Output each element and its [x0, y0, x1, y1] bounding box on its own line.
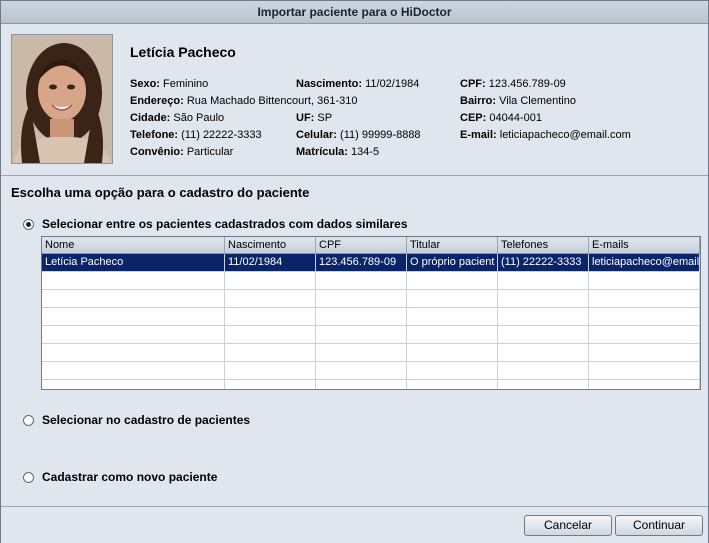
option-similar-label: Selecionar entre os pacientes cadastrado… [42, 217, 408, 231]
empty-row [42, 380, 700, 389]
field-sexo: Sexo: Feminino [130, 78, 208, 90]
patient-photo [11, 34, 113, 164]
field-value: Vila Clementino [499, 95, 576, 107]
field-value: Rua Machado Bittencourt, 361-310 [186, 95, 358, 107]
table-cell: Letícia Pacheco [42, 254, 225, 271]
field-label: CPF: [460, 78, 486, 90]
option-similar[interactable]: Selecionar entre os pacientes cadastrado… [23, 217, 408, 231]
field-value: leticiapacheco@email.com [499, 129, 631, 141]
field-telefone: Telefone: (11) 22222-3333 [130, 129, 262, 141]
empty-row [42, 362, 700, 380]
field-nascimento: Nascimento: 11/02/1984 [296, 78, 419, 90]
similar-patients-table: Nome Nascimento CPF Titular Telefones E-… [41, 236, 701, 390]
empty-row [42, 326, 700, 344]
column-header-telefones[interactable]: Telefones [498, 237, 589, 253]
option-new-label: Cadastrar como novo paciente [42, 470, 218, 484]
column-header-emails[interactable]: E-mails [589, 237, 700, 253]
table-row[interactable]: Letícia Pacheco 11/02/1984 123.456.789-0… [42, 254, 700, 272]
field-value: SP [317, 112, 333, 124]
field-value: Particular [186, 146, 234, 158]
field-value: (11) 22222-3333 [181, 129, 262, 141]
table-cell: O próprio pacient [407, 254, 498, 271]
import-patient-dialog: Importar paciente para o HiDoctor Letíci… [0, 0, 709, 543]
empty-row [42, 290, 700, 308]
options-title: Escolha uma opção para o cadastro do pac… [11, 185, 310, 200]
field-celular: Celular: (11) 99999-8888 [296, 129, 421, 141]
table-cell: 11/02/1984 [225, 254, 316, 271]
field-value: São Paulo [173, 112, 225, 124]
empty-row [42, 308, 700, 326]
table-cell: 123.456.789-09 [316, 254, 407, 271]
cancel-button[interactable]: Cancelar [524, 515, 612, 536]
field-bairro: Bairro: Vila Clementino [460, 95, 576, 107]
empty-row [42, 272, 700, 290]
table-header: Nome Nascimento CPF Titular Telefones E-… [42, 237, 700, 254]
field-value: (11) 99999-8888 [340, 129, 421, 141]
dialog-title: Importar paciente para o HiDoctor [1, 1, 708, 24]
field-label: Sexo: [130, 78, 160, 90]
empty-row [42, 344, 700, 362]
field-label: Cidade: [130, 112, 171, 124]
continue-button[interactable]: Continuar [615, 515, 703, 536]
option-registry-label: Selecionar no cadastro de pacientes [42, 413, 251, 427]
column-header-cpf[interactable]: CPF [316, 237, 407, 253]
field-label: Matrícula: [296, 146, 348, 158]
field-cidade: Cidade: São Paulo [130, 112, 224, 124]
radio-similar[interactable] [23, 218, 34, 230]
field-value: 11/02/1984 [365, 78, 420, 90]
radio-new[interactable] [23, 471, 34, 483]
field-value: Feminino [163, 78, 209, 90]
field-label: Telefone: [130, 129, 179, 141]
table-cell: leticiapacheco@email [589, 254, 700, 271]
field-value: 134-5 [351, 146, 380, 158]
patient-name: Letícia Pacheco [130, 44, 236, 60]
field-uf: UF: SP [296, 112, 332, 124]
field-label: Convênio: [130, 146, 184, 158]
column-header-nome[interactable]: Nome [42, 237, 225, 253]
patient-info-panel: Letícia Pacheco Sexo: Feminino Nasciment… [1, 24, 708, 176]
radio-registry[interactable] [23, 414, 34, 426]
table-cell: (11) 22222-3333 [498, 254, 589, 271]
field-email: E-mail: leticiapacheco@email.com [460, 129, 631, 141]
field-convenio: Convênio: Particular [130, 146, 233, 158]
field-label: E-mail: [460, 129, 497, 141]
field-endereco: Endereço: Rua Machado Bittencourt, 361-3… [130, 95, 357, 107]
field-cpf: CPF: 123.456.789-09 [460, 78, 566, 90]
field-label: Celular: [296, 129, 337, 141]
field-label: CEP: [460, 112, 487, 124]
field-label: UF: [296, 112, 315, 124]
dialog-footer: Cancelar Continuar [1, 506, 708, 543]
option-new[interactable]: Cadastrar como novo paciente [23, 470, 217, 484]
column-header-nascimento[interactable]: Nascimento [225, 237, 316, 253]
option-registry[interactable]: Selecionar no cadastro de pacientes [23, 413, 250, 427]
field-cep: CEP: 04044-001 [460, 112, 542, 124]
field-label: Nascimento: [296, 78, 363, 90]
field-label: Bairro: [460, 95, 497, 107]
field-value: 04044-001 [489, 112, 542, 124]
field-value: 123.456.789-09 [488, 78, 566, 90]
field-label: Endereço: [130, 95, 184, 107]
column-header-titular[interactable]: Titular [407, 237, 498, 253]
field-matricula: Matrícula: 134-5 [296, 146, 379, 158]
